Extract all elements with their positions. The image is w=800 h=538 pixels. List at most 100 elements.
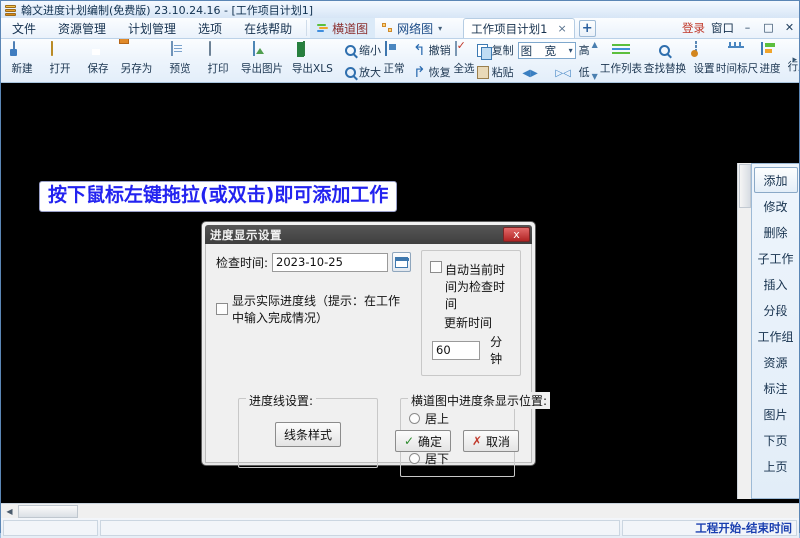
sidebar-item-work-group[interactable]: 工作组 — [754, 323, 798, 349]
save-disk-icon — [89, 42, 107, 59]
x-icon: ✗ — [472, 434, 482, 448]
sidebar-item-insert[interactable]: 插入 — [754, 271, 798, 297]
menu-item-plan-management[interactable]: 计划管理 — [117, 18, 187, 38]
chart-combo-value: 宽 — [538, 43, 562, 59]
show-actual-progress-checkbox[interactable]: 显示实际进度线（提示：在工作中输入完成情况） — [216, 292, 411, 326]
sidebar-item-next-page[interactable]: 下页 — [754, 427, 798, 453]
sidebar-item-segment[interactable]: 分段 — [754, 297, 798, 323]
toolbar-overflow-icon[interactable]: ▸ — [792, 55, 797, 65]
toolbar-preview-button[interactable]: 预览 — [161, 40, 199, 82]
toolbar-settings-button[interactable]: 设置 — [693, 40, 715, 82]
toolbar-find-replace-button[interactable]: 查找替换 — [643, 40, 687, 82]
radio-bottom[interactable] — [409, 453, 420, 464]
sidebar-item-add[interactable]: 添加 — [754, 167, 798, 193]
dialog-close-button[interactable]: x — [503, 227, 530, 242]
toolbar-copy-button[interactable]: 复制 — [477, 42, 514, 58]
toolbar-open-button[interactable]: 打开 — [41, 40, 79, 82]
width-increase-icon[interactable]: ▷◁ — [555, 68, 570, 79]
view-tab-gantt[interactable]: 横道图 — [310, 18, 375, 38]
toolbar-zoom-out-button[interactable]: 缩小 — [345, 42, 381, 58]
toolbar-zoom-in-button[interactable]: 放大 — [345, 64, 381, 80]
toolbar-redo-button[interactable]: ↱ 恢复 — [413, 64, 451, 80]
update-time-input[interactable]: 60 — [432, 341, 480, 360]
auto-current-time-checkbox[interactable] — [430, 261, 442, 273]
close-button[interactable]: ✕ — [782, 21, 797, 35]
menu-bar: 文件 资源管理 计划管理 选项 在线帮助 横道图 网络图 ▾ 工作项目计划1 ×… — [1, 18, 799, 39]
toolbar-export-xls-button[interactable]: 导出XLS — [287, 40, 337, 82]
sidebar-item-image[interactable]: 图片 — [754, 401, 798, 427]
line-style-button[interactable]: 线条样式 — [275, 422, 341, 447]
width-decrease-icon[interactable]: ◀▶ — [522, 68, 537, 79]
menu-item-options[interactable]: 选项 — [187, 18, 233, 38]
toolbar-new-label: 新建 — [11, 60, 32, 75]
toolbar-height-spinner[interactable]: ▲ ▼ — [591, 40, 599, 82]
scroll-left-icon[interactable]: ◀ — [3, 505, 16, 518]
chart-width-combo[interactable]: 图 宽 ▾ — [518, 42, 576, 59]
checkbox-box[interactable] — [216, 303, 228, 315]
show-actual-progress-label: 显示实际进度线（提示：在工作中输入完成情况） — [232, 292, 411, 326]
toolbar-paste-button[interactable]: 粘贴 — [477, 64, 514, 80]
add-tab-button[interactable]: + — [579, 20, 596, 37]
calendar-icon[interactable] — [392, 252, 411, 272]
close-icon[interactable]: × — [557, 22, 566, 35]
toolbar-print-button[interactable]: 打印 — [199, 40, 237, 82]
toolbar-select-all-button[interactable]: 全选 — [453, 40, 475, 82]
chart-width-arrows: ◀▶ ▷◁ — [518, 65, 576, 81]
menu-item-online-help[interactable]: 在线帮助 — [233, 18, 303, 38]
login-button[interactable]: 登录 — [682, 20, 705, 36]
check-time-row: 检查时间: 2023-10-25 — [216, 252, 411, 272]
check-time-label: 检查时间: — [216, 254, 268, 271]
toolbar-new-button[interactable]: 新建 — [3, 40, 41, 82]
cancel-button[interactable]: ✗ 取消 — [463, 430, 519, 452]
view-tab-network[interactable]: 网络图 ▾ — [375, 18, 449, 38]
check-time-input[interactable]: 2023-10-25 — [272, 253, 388, 272]
document-tabs: 工作项目计划1 × + — [463, 18, 596, 38]
ok-button[interactable]: ✓ 确定 — [395, 430, 451, 452]
gantt-canvas[interactable]: 按下鼠标左键拖拉(或双击)即可添加工作 添加 修改 删除 子工作 插入 分段 工… — [1, 83, 799, 503]
toolbar-paste-label: 粘贴 — [492, 64, 514, 80]
hscroll-thumb[interactable] — [18, 505, 78, 518]
toolbar-zoom-out-label: 缩小 — [359, 42, 381, 58]
menu-item-file[interactable]: 文件 — [1, 18, 47, 38]
toolbar-undo-button[interactable]: ↰ 撤销 — [413, 42, 451, 58]
toolbar-normal-button[interactable]: 正常 — [383, 40, 405, 82]
chevron-down-icon[interactable]: ▾ — [438, 24, 442, 33]
toolbar-save-button[interactable]: 保存 — [79, 40, 117, 82]
bar-position-top-label: 居上 — [425, 410, 449, 427]
chevron-down-icon[interactable]: ▾ — [569, 46, 573, 55]
window-menu-button[interactable]: 窗口 — [711, 20, 734, 36]
toolbar-progress-button[interactable]: 进度 — [759, 40, 781, 82]
status-cell-1 — [3, 520, 98, 536]
canvas-hint-tooltip: 按下鼠标左键拖拉(或双击)即可添加工作 — [39, 181, 397, 212]
canvas-vertical-scrollbar[interactable] — [737, 163, 751, 499]
radio-top[interactable] — [409, 413, 420, 424]
zoom-in-icon — [345, 67, 356, 78]
sidebar-item-delete[interactable]: 删除 — [754, 219, 798, 245]
bar-position-option-top[interactable]: 居上 — [409, 410, 506, 427]
auto-current-time-label: 自动当前时间为检查时间 — [445, 261, 512, 312]
toolbar-work-list-button[interactable]: 工作列表 — [599, 40, 643, 82]
scrollbar-thumb[interactable] — [739, 164, 751, 208]
spinner-up-icon[interactable]: ▲ — [592, 42, 598, 48]
spinner-down-icon[interactable]: ▼ — [592, 74, 598, 80]
toolbar-export-xls-label: 导出XLS — [292, 60, 333, 75]
sidebar-item-annotation[interactable]: 标注 — [754, 375, 798, 401]
sidebar-item-prev-page[interactable]: 上页 — [754, 453, 798, 479]
sidebar-item-modify[interactable]: 修改 — [754, 193, 798, 219]
menu-item-resource-management[interactable]: 资源管理 — [47, 18, 117, 38]
toolbar-save-as-button[interactable]: 另存为 — [117, 40, 155, 82]
toolbar-zoom-in-label: 放大 — [359, 64, 381, 80]
sidebar-item-resource[interactable]: 资源 — [754, 349, 798, 375]
auto-current-time-row[interactable]: 自动当前时间为检查时间 — [430, 261, 512, 312]
document-tab-work-project-plan-1[interactable]: 工作项目计划1 × — [463, 18, 575, 38]
horizontal-scrollbar[interactable]: ◀ — [1, 503, 799, 518]
menu-divider — [306, 20, 307, 36]
toolbar-group-print: 预览 打印 导出图片 导出XLS — [161, 40, 337, 82]
sidebar-item-sub-task[interactable]: 子工作 — [754, 245, 798, 271]
height-high-label: 高 — [579, 42, 590, 58]
bar-position-option-bottom[interactable]: 居下 — [409, 450, 506, 467]
maximize-button[interactable]: □ — [761, 21, 776, 35]
toolbar-export-image-button[interactable]: 导出图片 — [237, 40, 287, 82]
minimize-button[interactable]: – — [740, 21, 755, 35]
toolbar-time-scale-button[interactable]: 时间标尺 — [715, 40, 759, 82]
